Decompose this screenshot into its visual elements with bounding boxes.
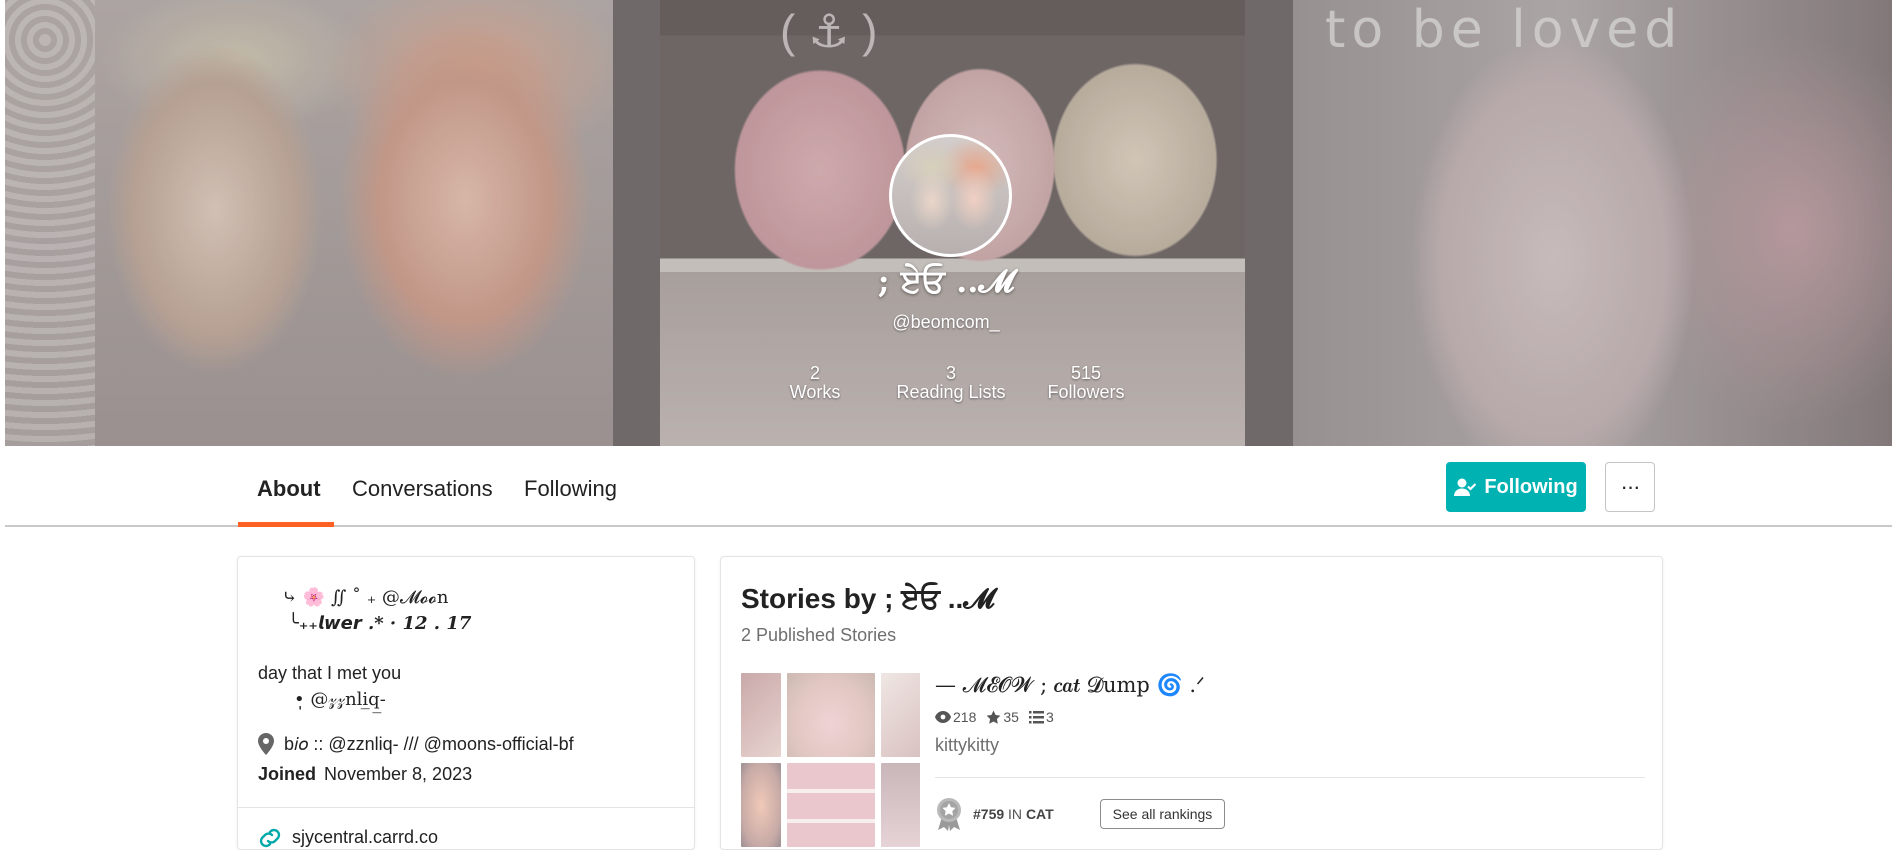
more-dots-icon: ···: [1620, 474, 1641, 499]
rank-in: IN: [1008, 806, 1023, 822]
following-button-label: Following: [1484, 475, 1578, 498]
works-label: Works: [789, 382, 841, 402]
profile-handle: @beomcom_: [892, 312, 1000, 332]
story-cover[interactable]: [741, 673, 920, 849]
more-options-button[interactable]: ···: [1605, 462, 1655, 512]
story-parts: 3: [1045, 709, 1054, 725]
story-title[interactable]: — 𝓜𝓔𝓞𝓦 ; 𝒄𝒂𝒕 𝓓ump 🌀 .ᐟ: [935, 673, 1205, 698]
rank-tag[interactable]: CAT: [1026, 806, 1054, 822]
followers-count: 515: [1070, 363, 1102, 383]
stat-followers[interactable]: 515 Followers: [1036, 364, 1136, 402]
active-tab-indicator: [238, 522, 334, 527]
reading-lists-count: 3: [945, 363, 956, 383]
following-button[interactable]: Following: [1446, 462, 1586, 512]
followers-label: Followers: [1047, 382, 1125, 402]
rank-number: #759: [973, 806, 1005, 822]
about-divider: [238, 807, 694, 808]
published-stories-count: 2 Published Stories: [741, 625, 897, 645]
joined-date: November 8, 2023: [324, 764, 473, 784]
stat-reading-lists[interactable]: 3 Reading Lists: [890, 364, 1012, 402]
website-link[interactable]: sjycentral.carrd.co: [292, 827, 438, 848]
bio-line-3: day that I met you: [258, 663, 402, 683]
location-text: b𝑖𝑜 :: @zznliq- /// @moons-official-bf: [284, 733, 574, 754]
stories-title: Stories by ; ਏਓ ..𝓜: [741, 583, 995, 614]
joined-label: Joined: [258, 764, 317, 784]
location-row: b𝑖𝑜 :: @zznliq- /// @moons-official-bf: [258, 733, 574, 755]
ranking-badge-icon: [935, 797, 963, 831]
story-description: kittykitty: [935, 735, 1000, 755]
profile-avatar[interactable]: [889, 134, 1012, 257]
profile-tab-bar: About Conversations Following Following …: [5, 446, 1892, 527]
reading-lists-label: Reading Lists: [896, 382, 1006, 402]
stat-works[interactable]: 2 Works: [770, 364, 860, 402]
story-votes: 35: [1003, 709, 1019, 725]
story-ranking-row: #759 IN CAT See all rankings: [935, 797, 1226, 831]
tab-conversations[interactable]: Conversations: [352, 476, 493, 502]
star-icon: [986, 710, 1001, 725]
eye-icon: [935, 711, 951, 723]
about-card: ⤷ 🌸 ∬ ˚ ₊ @𝓜𝓸𝓸n ╰₊₊𝙡𝙬𝙚𝙧 .* · 12 . 17 day…: [237, 556, 695, 850]
profile-display-name: ; ਏਓ ..𝓜: [877, 262, 1015, 300]
bio-line-4: •̩̩ @𝓏𝓏nli̲q̲-: [294, 689, 386, 710]
joined-row: Joined November 8, 2023: [258, 764, 472, 785]
bio-line-1: ⤷ 🌸 ∬ ˚ ₊ @𝓜𝓸𝓸n: [282, 587, 449, 608]
bio-line-2: ╰₊₊𝙡𝙬𝙚𝙧 .* · 12 . 17: [288, 613, 472, 634]
story-stats: 218 35 3: [935, 709, 1060, 725]
list-icon: [1028, 710, 1044, 724]
story-divider: [935, 777, 1645, 778]
story-reads: 218: [953, 709, 977, 725]
profile-stats: 2 Works 3 Reading Lists 515 Followers: [0, 364, 1892, 404]
works-count: 2: [809, 363, 820, 383]
website-link-row[interactable]: sjycentral.carrd.co: [258, 827, 438, 848]
tab-following[interactable]: Following: [524, 476, 617, 502]
tab-about[interactable]: About: [257, 476, 321, 502]
see-all-rankings-button[interactable]: See all rankings: [1099, 799, 1226, 829]
location-pin-icon: [258, 733, 274, 755]
link-icon: [258, 828, 282, 848]
user-check-icon: [1454, 477, 1477, 497]
stories-card: Stories by ; ਏਓ ..𝓜 2 Published Stories …: [720, 556, 1663, 850]
